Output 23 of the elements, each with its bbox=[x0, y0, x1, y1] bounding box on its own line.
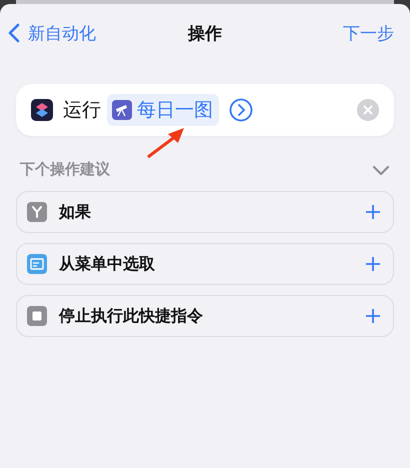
back-chevron-icon bbox=[8, 23, 20, 43]
collapse-chevron-icon[interactable] bbox=[372, 164, 390, 176]
chevron-circle-icon[interactable] bbox=[229, 98, 253, 122]
shortcuts-app-icon bbox=[31, 99, 53, 121]
stop-icon bbox=[27, 306, 47, 326]
suggestion-row[interactable]: 如果 bbox=[16, 191, 394, 233]
shortcut-chip[interactable]: 每日一图 bbox=[107, 94, 219, 126]
suggestion-label: 从菜单中选取 bbox=[59, 254, 156, 274]
section-title: 下个操作建议 bbox=[20, 160, 110, 179]
telescope-icon bbox=[112, 100, 132, 120]
add-icon[interactable] bbox=[365, 204, 381, 220]
action-verb: 运行 bbox=[63, 98, 101, 123]
suggestion-label: 如果 bbox=[59, 202, 92, 222]
add-icon[interactable] bbox=[365, 308, 381, 324]
back-link[interactable]: 新自动化 bbox=[8, 22, 96, 44]
menu-list-icon bbox=[27, 254, 47, 274]
branch-icon bbox=[27, 202, 47, 222]
nav-title: 操作 bbox=[188, 22, 222, 44]
suggestion-label: 停止执行此快捷指令 bbox=[59, 306, 204, 326]
suggestion-row[interactable]: 停止执行此快捷指令 bbox=[16, 295, 394, 337]
next-link[interactable]: 下一步 bbox=[343, 22, 394, 44]
suggestion-row[interactable]: 从菜单中选取 bbox=[16, 243, 394, 285]
add-icon[interactable] bbox=[365, 256, 381, 272]
